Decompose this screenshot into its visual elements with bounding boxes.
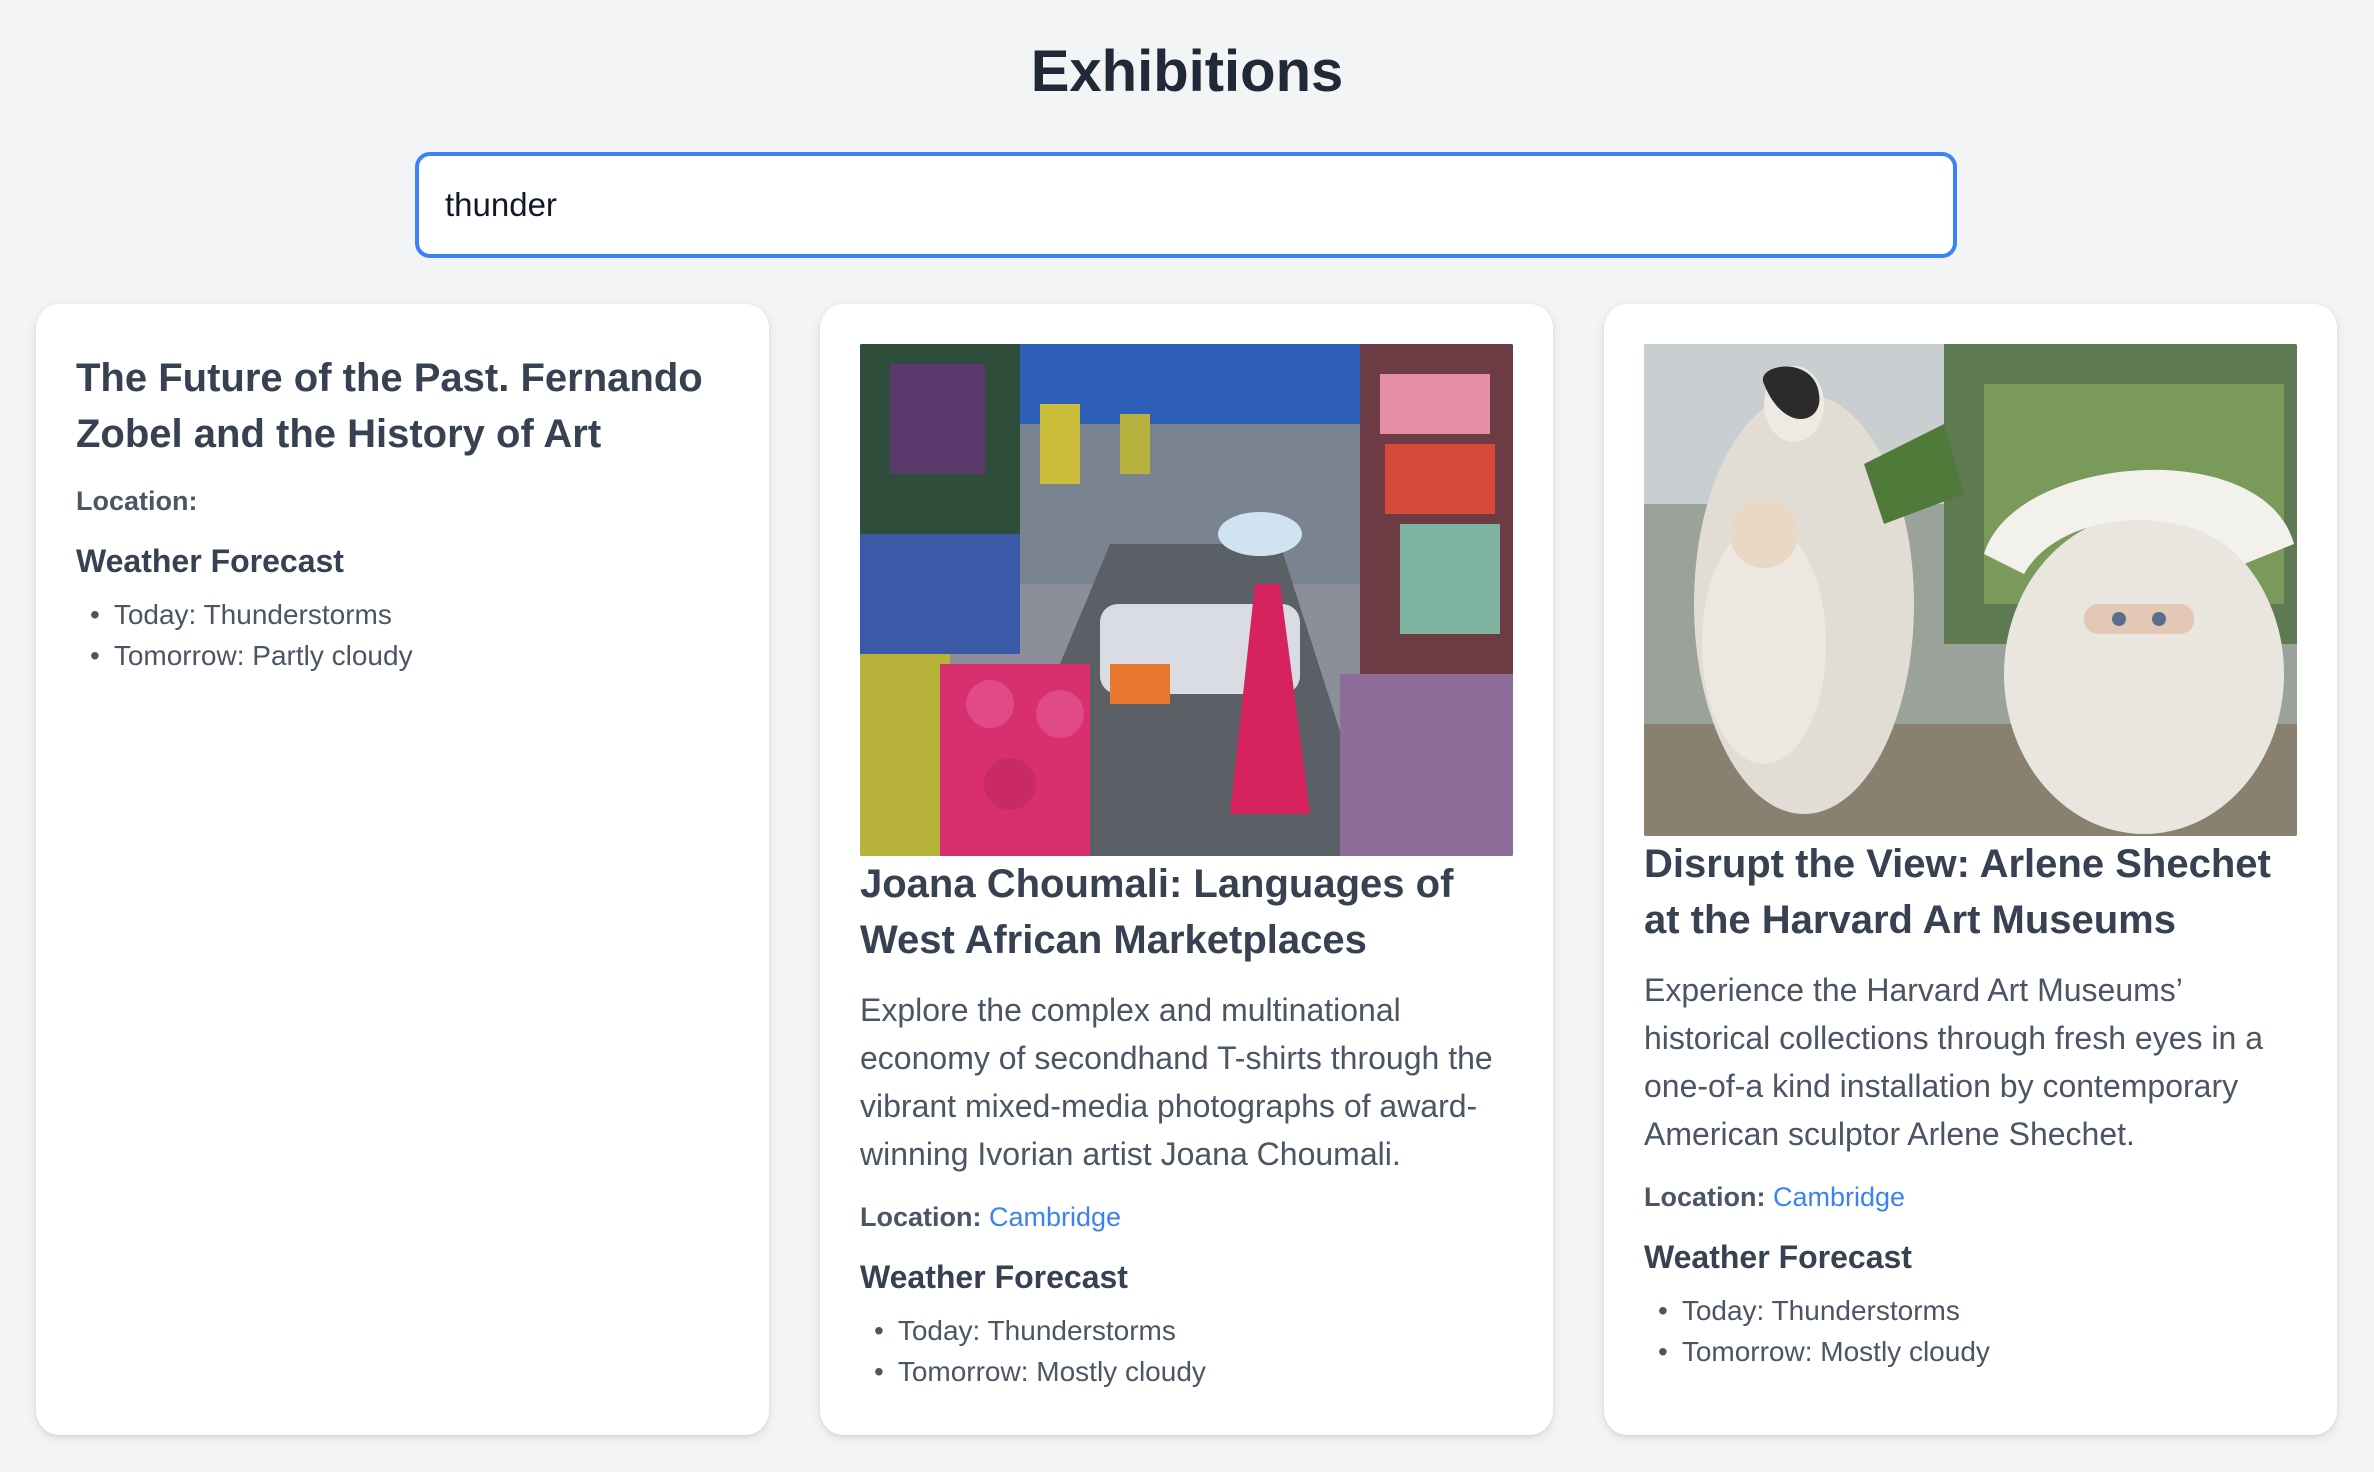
exhibition-image[interactable] — [860, 344, 1513, 856]
location-link[interactable]: Cambridge — [989, 1202, 1121, 1232]
weather-forecast-heading: Weather Forecast — [76, 543, 344, 579]
porcelain-sculpture-image — [1644, 344, 2297, 836]
location-label: Location: — [860, 1202, 982, 1232]
exhibition-card[interactable]: Disrupt the View: Arlene Shechet at the … — [1604, 304, 2337, 1435]
forecast-item: Tomorrow: Mostly cloudy — [874, 1351, 1513, 1392]
forecast-item: Today: Thunderstorms — [874, 1310, 1513, 1351]
location-label: Location: — [76, 486, 198, 516]
location-line: Location: Cambridge — [1644, 1182, 2297, 1213]
location-link[interactable]: Cambridge — [1773, 1182, 1905, 1212]
exhibition-description: Experience the Harvard Art Museums’ hist… — [1644, 972, 2263, 1152]
forecast-item: Tomorrow: Mostly cloudy — [1658, 1331, 2297, 1372]
location-label: Location: — [1644, 1182, 1766, 1212]
exhibition-title[interactable]: Joana Choumali: Languages of West Africa… — [860, 856, 1513, 968]
market-collage-image — [860, 344, 1513, 856]
page-title: Exhibitions — [1030, 39, 1344, 104]
forecast-item: Today: Thunderstorms — [90, 594, 729, 635]
weather-forecast-heading: Weather Forecast — [1644, 1239, 1912, 1275]
forecast-item: Today: Thunderstorms — [1658, 1290, 2297, 1331]
search-input[interactable] — [415, 152, 1957, 258]
exhibition-title[interactable]: Disrupt the View: Arlene Shechet at the … — [1644, 836, 2297, 948]
exhibition-title[interactable]: The Future of the Past. Fernando Zobel a… — [76, 350, 729, 462]
exhibition-card[interactable]: The Future of the Past. Fernando Zobel a… — [36, 304, 769, 1435]
exhibition-description: Explore the complex and multinational ec… — [860, 992, 1493, 1172]
exhibition-card[interactable]: Joana Choumali: Languages of West Africa… — [820, 304, 1553, 1435]
forecast-list: Today: Thunderstorms Tomorrow: Mostly cl… — [1644, 1290, 2297, 1372]
forecast-item: Tomorrow: Partly cloudy — [90, 635, 729, 676]
exhibition-image[interactable] — [1644, 344, 2297, 836]
weather-forecast-heading: Weather Forecast — [860, 1259, 1128, 1295]
location-line: Location: — [76, 486, 729, 517]
location-line: Location: Cambridge — [860, 1202, 1513, 1233]
forecast-list: Today: Thunderstorms Tomorrow: Partly cl… — [76, 594, 729, 676]
forecast-list: Today: Thunderstorms Tomorrow: Mostly cl… — [860, 1310, 1513, 1392]
